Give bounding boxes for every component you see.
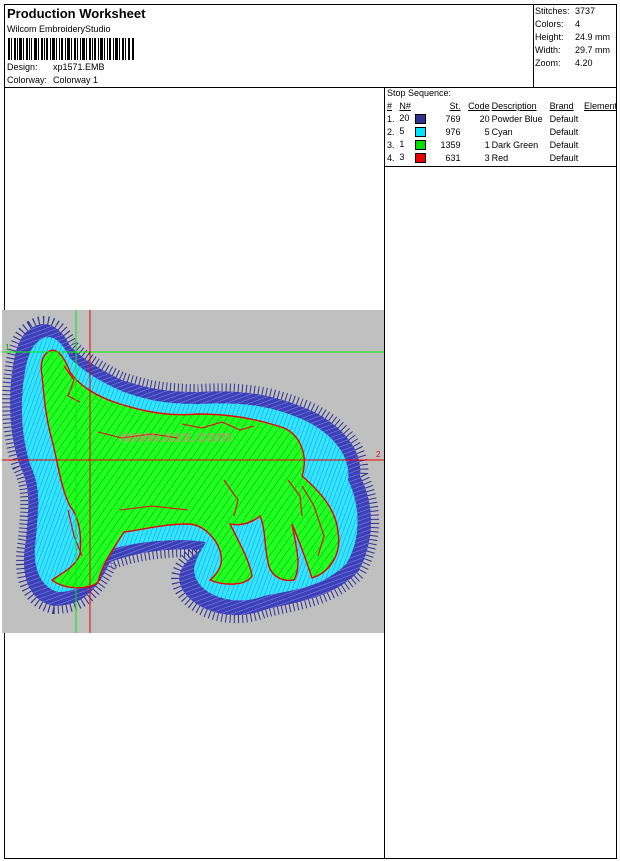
header-info: Production Worksheet Wilcom EmbroiderySt… bbox=[5, 5, 533, 87]
col-number: # bbox=[387, 100, 393, 111]
stop-header-row: # N# St. Code Description Brand Element bbox=[386, 99, 617, 112]
color-swatch-icon bbox=[415, 126, 427, 137]
header-divider bbox=[533, 4, 534, 88]
stop-needle: 1 bbox=[399, 138, 427, 151]
stop-row: 2. 5 976 5 Cyan Default bbox=[386, 125, 617, 138]
stop-row: 1. 20 769 20 Powder Blue Default bbox=[386, 112, 617, 125]
stat-width: Width: 29.7 mm bbox=[535, 45, 611, 55]
design-preview: www.xxx.com 1 2 bbox=[2, 310, 384, 633]
stat-stitches: Stitches: 3737 bbox=[535, 6, 596, 16]
stop-brand: Default bbox=[549, 152, 579, 163]
stop-sequence: Stop Sequence: # N# St. Code Description… bbox=[386, 88, 617, 166]
stop-needle-number: 20 bbox=[399, 113, 410, 124]
stop-sequence-table: # N# St. Code Description Brand Element … bbox=[386, 99, 617, 164]
stat-height: Height: 24.9 mm bbox=[535, 32, 611, 42]
stop-needle: 5 bbox=[399, 125, 427, 138]
stop-needle-number: 1 bbox=[399, 139, 405, 150]
stop-element bbox=[584, 125, 617, 138]
color-swatch-icon bbox=[415, 113, 427, 124]
stat-colors: Colors: 4 bbox=[535, 19, 581, 29]
stop-code: 5 bbox=[484, 126, 490, 137]
page-title: Production Worksheet bbox=[7, 6, 146, 21]
col-brand: Brand bbox=[549, 100, 574, 111]
stop-element bbox=[584, 112, 617, 125]
stop-description: Cyan bbox=[491, 126, 513, 137]
stop-number: 3. bbox=[387, 139, 395, 150]
marker-1: 1 bbox=[5, 343, 10, 352]
stop-stitches: 1359 bbox=[440, 139, 461, 150]
watermark: www.xxx.com bbox=[119, 427, 232, 446]
stop-row: 3. 1 1359 1 Dark Green Default bbox=[386, 138, 617, 151]
panel-divider bbox=[384, 87, 385, 859]
col-n: N# bbox=[399, 100, 411, 111]
stops-bottom-rule bbox=[384, 166, 617, 167]
stop-element bbox=[584, 151, 617, 164]
stop-brand: Default bbox=[549, 113, 579, 124]
col-description: Description bbox=[491, 100, 537, 111]
stop-description: Dark Green bbox=[491, 139, 539, 150]
colorway-row: Colorway: Colorway 1 bbox=[7, 75, 98, 85]
col-code: Code bbox=[468, 100, 490, 111]
stop-code: 3 bbox=[484, 152, 490, 163]
stop-stitches: 631 bbox=[445, 152, 461, 163]
stop-code: 20 bbox=[479, 113, 490, 124]
stop-needle: 20 bbox=[399, 112, 427, 125]
color-swatch-icon bbox=[415, 139, 427, 150]
design-row: Design: xp1571.EMB bbox=[7, 62, 105, 72]
stop-brand: Default bbox=[549, 139, 579, 150]
stop-description: Powder Blue bbox=[491, 113, 543, 124]
stop-row: 4. 3 631 3 Red Default bbox=[386, 151, 617, 164]
stop-needle-number: 3 bbox=[399, 152, 405, 163]
col-element: Element bbox=[583, 100, 617, 111]
design-filename: xp1571.EMB bbox=[53, 62, 105, 72]
stop-code: 1 bbox=[484, 139, 490, 150]
barcode-icon bbox=[8, 38, 134, 60]
stop-number: 1. bbox=[387, 113, 395, 124]
color-swatch-icon bbox=[415, 152, 427, 163]
stop-needle: 3 bbox=[399, 151, 427, 164]
stop-stitches: 976 bbox=[445, 126, 461, 137]
stop-number: 4. bbox=[387, 152, 395, 163]
stop-element bbox=[584, 138, 617, 151]
software-name: Wilcom EmbroideryStudio bbox=[7, 24, 111, 34]
marker-2: 2 bbox=[376, 450, 381, 459]
stat-zoom: Zoom: 4.20 bbox=[535, 58, 593, 68]
colorway-label: Colorway: bbox=[7, 75, 48, 85]
col-stitches: St. bbox=[449, 100, 461, 111]
design-label: Design: bbox=[7, 62, 38, 72]
stop-brand: Default bbox=[549, 126, 579, 137]
stop-number: 2. bbox=[387, 126, 395, 137]
stop-sequence-caption: Stop Sequence: bbox=[387, 88, 452, 98]
stop-stitches: 769 bbox=[445, 113, 461, 124]
design-stats: Stitches: 3737 Colors: 4 Height: 24.9 mm Wi… bbox=[535, 5, 617, 87]
stop-needle-number: 5 bbox=[399, 126, 405, 137]
colorway-value: Colorway 1 bbox=[53, 75, 99, 85]
stop-description: Red bbox=[491, 152, 509, 163]
